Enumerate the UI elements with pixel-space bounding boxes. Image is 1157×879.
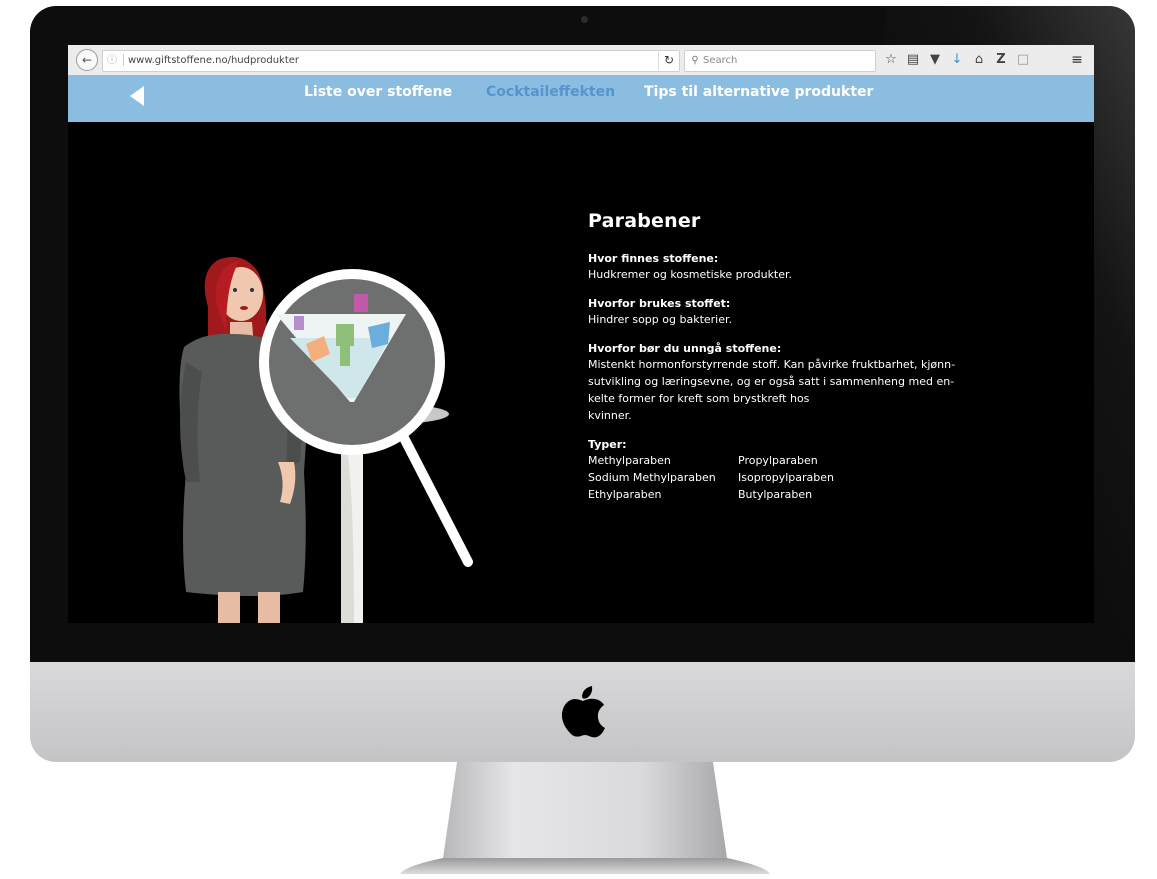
camera: [581, 16, 588, 23]
why-avoid-text: Mistenkt hormonforstyrrende stoff. Kan p…: [588, 356, 968, 424]
woman-magnifier-illustration: [179, 256, 473, 623]
why-avoid-label: Hvorfor bør du unngå stoffene:: [588, 342, 782, 355]
browser-screen: ← ⓘ www.giftstoffene.no/hudprodukter ↻ ⚲ S…: [68, 45, 1094, 623]
type-item: Butylparaben: [738, 488, 813, 501]
nav-back-arrow-icon[interactable]: [130, 86, 144, 106]
nav-item-stoffliste[interactable]: Liste over stoffene: [304, 84, 452, 100]
types-column-2: Propylparaben Isopropylparaben Butylpara…: [738, 452, 888, 503]
types-label: Typer:: [588, 438, 627, 451]
reading-list-icon[interactable]: ▤: [902, 50, 924, 70]
why-avoid-line: sutvikling og læringsevne, og er også sa…: [588, 375, 955, 388]
zotero-icon[interactable]: Z: [990, 50, 1012, 70]
types-column-1: Methylparaben Sodium Methylparaben Ethyl…: [588, 452, 738, 503]
type-item: Sodium Methylparaben: [588, 471, 716, 484]
substance-info-panel: Parabener Hvor finnes stoffene: Hudkreme…: [588, 210, 968, 503]
where-label: Hvor finnes stoffene:: [588, 252, 719, 265]
url-text: www.giftstoffene.no/hudprodukter: [128, 55, 300, 66]
download-icon[interactable]: ↓: [946, 50, 968, 70]
why-avoid-line: kvinner.: [588, 409, 632, 422]
types-list: Methylparaben Sodium Methylparaben Ethyl…: [588, 452, 888, 503]
reload-button[interactable]: ↻: [658, 50, 679, 70]
pocket-icon[interactable]: ▼: [924, 50, 946, 70]
where-text: Hudkremer og kosmetiske produkter.: [588, 268, 793, 281]
home-icon[interactable]: ⌂: [968, 50, 990, 70]
bookmark-star-icon[interactable]: ☆: [880, 50, 902, 70]
monitor-stand: [400, 762, 770, 874]
info-icon[interactable]: ⓘ: [105, 51, 119, 71]
hamburger-menu-icon[interactable]: ≡: [1066, 50, 1088, 70]
toolbar-icons: ☆ ▤ ▼ ↓ ⌂ Z □: [880, 50, 1034, 70]
why-avoid-line: Mistenkt hormonforstyrrende stoff. Kan p…: [588, 358, 956, 371]
nav-item-tips[interactable]: Tips til alternative produkter: [644, 84, 873, 100]
browser-back-button[interactable]: ←: [76, 49, 98, 71]
browser-toolbar: ← ⓘ www.giftstoffene.no/hudprodukter ↻ ⚲ S…: [68, 45, 1094, 76]
type-item: Ethylparaben: [588, 488, 662, 501]
apple-logo-icon: [561, 686, 605, 738]
search-input[interactable]: ⚲ Search: [684, 50, 876, 72]
type-item: Propylparaben: [738, 454, 818, 467]
type-item: Isopropylparaben: [738, 471, 834, 484]
why-avoid-line: kelte former for kreft som brystkreft ho…: [588, 392, 810, 405]
page-content: Parabener Hvor finnes stoffene: Hudkreme…: [68, 122, 1094, 623]
substance-title: Parabener: [588, 210, 701, 232]
url-bar[interactable]: ⓘ www.giftstoffene.no/hudprodukter: [102, 50, 680, 72]
nav-item-cocktaileffekten[interactable]: Cocktaileffekten: [486, 84, 615, 100]
site-nav: Liste over stoffene Cocktaileffekten Tip…: [68, 75, 1094, 122]
search-icon: ⚲: [691, 55, 699, 66]
why-used-text: Hindrer sopp og bakterier.: [588, 313, 733, 326]
page-icon[interactable]: □: [1012, 50, 1034, 70]
type-item: Methylparaben: [588, 454, 671, 467]
search-placeholder: Search: [703, 55, 738, 66]
why-used-label: Hvorfor brukes stoffet:: [588, 297, 731, 310]
